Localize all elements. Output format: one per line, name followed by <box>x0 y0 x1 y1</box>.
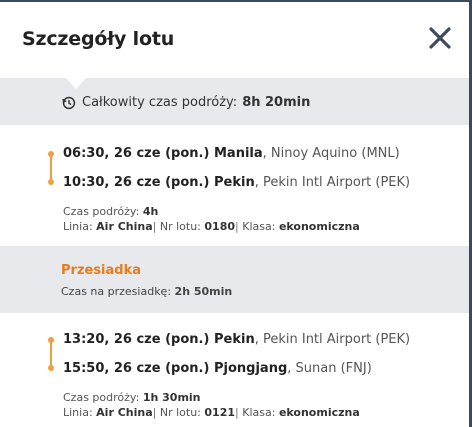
segment-info: Linia: Air China| Nr lotu: 0180| Klasa: … <box>63 220 360 233</box>
arrival-city: Pekin <box>214 175 255 190</box>
arrival-airport: , Pekin Intl Airport (PEK) <box>254 175 411 190</box>
clock-history-icon <box>62 96 76 110</box>
segment-info: Linia: Air China| Nr lotu: 0121| Klasa: … <box>63 406 360 419</box>
modal-title: Szczegóły lotu <box>22 28 175 50</box>
airline-value: Air China <box>96 406 153 419</box>
arrival-place: Pekin, Pekin Intl Airport (PEK) <box>214 175 410 190</box>
class-label: Klasa: <box>242 406 276 419</box>
airline-label: Linia: <box>63 220 93 233</box>
departure-place: Pekin, Pekin Intl Airport (PEK) <box>214 332 410 347</box>
departure-time: 06:30, 26 cze (pon.) <box>63 146 210 161</box>
departure-time: 13:20, 26 cze (pon.) <box>63 332 210 347</box>
layover-title: Przesiadka <box>61 263 142 278</box>
segment-duration: Czas podróży: 4h <box>63 205 158 218</box>
total-duration-label: Całkowity czas podróży: <box>82 95 238 110</box>
timeline-line <box>50 340 52 367</box>
flight-details-modal: Szczegóły lotu Całkowity czas podróży: 8… <box>0 0 472 427</box>
duration-value: 4h <box>142 205 159 218</box>
airline-value: Air China <box>96 220 153 233</box>
header-notch <box>66 78 86 89</box>
timeline-line <box>50 154 52 181</box>
flight-number-value: 0180 <box>204 220 236 233</box>
arrival-time: 15:50, 26 cze (pon.) <box>63 361 210 376</box>
layover-label: Czas na przesiadkę: <box>61 285 172 298</box>
backdrop-edge-top <box>0 0 472 2</box>
total-duration-value: 8h 20min <box>242 95 311 110</box>
arrival-airport: , Sunan (FNJ) <box>287 361 372 376</box>
layover-duration: Czas na przesiadkę: 2h 50min <box>61 285 232 298</box>
segment-duration: Czas podróży: 1h 30min <box>63 391 201 404</box>
departure-place: Manila, Ninoy Aquino (MNL) <box>214 146 400 161</box>
modal-header: Szczegóły lotu <box>0 0 469 78</box>
flight-number-label: Nr lotu: <box>159 220 201 233</box>
arrival-place: Pjongjang, Sunan (FNJ) <box>214 361 372 376</box>
flight-number-label: Nr lotu: <box>159 406 201 419</box>
close-icon[interactable] <box>426 24 454 52</box>
layover-band <box>0 246 469 313</box>
departure-airport: , Pekin Intl Airport (PEK) <box>254 332 411 347</box>
arrival-time: 10:30, 26 cze (pon.) <box>63 175 210 190</box>
duration-label: Czas podróży: <box>63 205 140 218</box>
class-value: ekonomiczna <box>278 220 360 233</box>
timeline-dot <box>48 365 54 371</box>
departure-airport: , Ninoy Aquino (MNL) <box>262 146 400 161</box>
duration-value: 1h 30min <box>142 391 201 404</box>
departure-city: Manila <box>214 146 263 161</box>
departure-city: Pekin <box>214 332 255 347</box>
total-duration: Całkowity czas podróży: 8h 20min <box>61 95 310 110</box>
timeline-dot <box>48 179 54 185</box>
airline-label: Linia: <box>63 406 93 419</box>
class-label: Klasa: <box>242 220 276 233</box>
layover-value: 2h 50min <box>174 285 233 298</box>
arrival-city: Pjongjang <box>214 361 288 376</box>
duration-label: Czas podróży: <box>63 391 140 404</box>
class-value: ekonomiczna <box>278 406 360 419</box>
flight-number-value: 0121 <box>204 406 236 419</box>
